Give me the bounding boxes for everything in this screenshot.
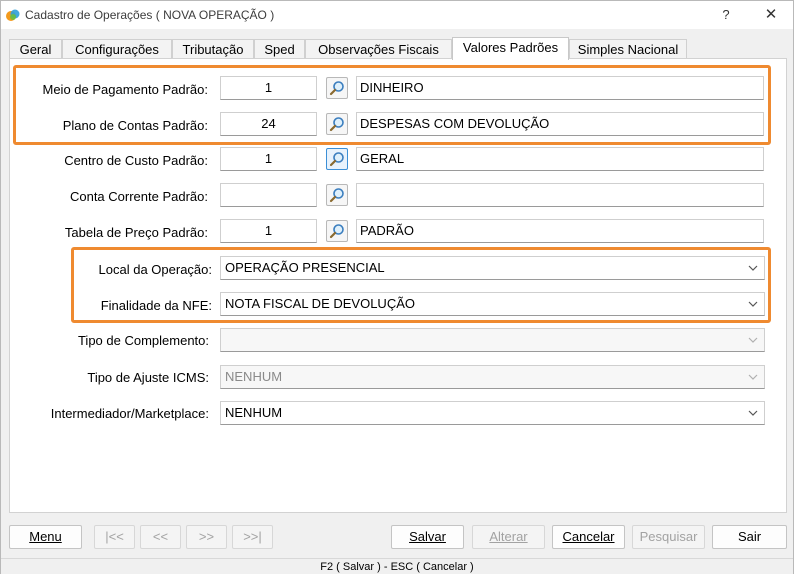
edit-button[interactable]: Alterar [472,525,545,549]
centro-custo-label: Centro de Custo Padrão: [64,153,208,168]
tipo-complemento-label: Tipo de Complemento: [77,333,209,348]
tabela-preco-code-field[interactable]: 1 [220,219,317,243]
help-button[interactable]: ? [713,4,739,26]
last-record-button[interactable]: >>| [232,525,273,549]
menu-button[interactable]: Menu [9,525,82,549]
main-window: Cadastro de Operações ( NOVA OPERAÇÃO ) … [0,0,794,574]
status-bar: F2 ( Salvar ) - ESC ( Cancelar ) [1,558,793,574]
previous-record-button[interactable]: << [140,525,181,549]
tabela-preco-search-button[interactable] [326,220,348,242]
tab-sped[interactable]: Sped [254,39,305,59]
conta-corrente-search-button[interactable] [326,184,348,206]
tab-observacoes-fiscais[interactable]: Observações Fiscais [305,39,452,59]
cancel-button[interactable]: Cancelar [552,525,625,549]
chevron-down-icon [748,374,758,380]
conta-corrente-code-field[interactable] [220,183,317,207]
chevron-down-icon [748,337,758,343]
tab-valores-padroes[interactable]: Valores Padrões [452,37,569,60]
first-record-button[interactable]: |<< [94,525,135,549]
tipo-ajuste-icms-label: Tipo de Ajuste ICMS: [87,370,209,385]
tipo-complemento-select[interactable] [220,328,765,352]
intermediador-select[interactable]: NENHUM [220,401,765,425]
tipo-ajuste-icms-select[interactable]: NENHUM [220,365,765,389]
tab-simples-nacional[interactable]: Simples Nacional [569,39,687,59]
window-title: Cadastro de Operações ( NOVA OPERAÇÃO ) [25,8,275,22]
chevron-down-icon [748,410,758,416]
tab-geral[interactable]: Geral [9,39,62,59]
search-button[interactable]: Pesquisar [632,525,705,549]
centro-custo-code-field[interactable]: 1 [220,147,317,171]
tab-tributacao[interactable]: Tributação [172,39,254,59]
intermediador-value: NENHUM [225,405,283,420]
centro-custo-description-field[interactable]: GERAL [356,147,764,171]
conta-corrente-label: Conta Corrente Padrão: [69,189,208,204]
centro-custo-search-button[interactable] [326,148,348,170]
title-bar: Cadastro de Operações ( NOVA OPERAÇÃO ) … [1,1,793,29]
highlight-box-operation-nfe [71,247,771,323]
exit-button[interactable]: Sair [712,525,787,549]
intermediador-label: Intermediador/Marketplace: [50,406,209,421]
highlight-box-payment-accounts [13,65,771,145]
next-record-button[interactable]: >> [186,525,227,549]
tipo-ajuste-icms-value: NENHUM [225,369,283,384]
conta-corrente-description-field[interactable] [356,183,764,207]
tabela-preco-description-field[interactable]: PADRÃO [356,219,764,243]
tabela-preco-label: Tabela de Preço Padrão: [64,225,208,240]
save-button[interactable]: Salvar [391,525,464,549]
app-logo-icon [5,7,21,23]
tab-configuracoes[interactable]: Configurações [62,39,172,59]
close-button[interactable]: ✕ [758,4,784,26]
